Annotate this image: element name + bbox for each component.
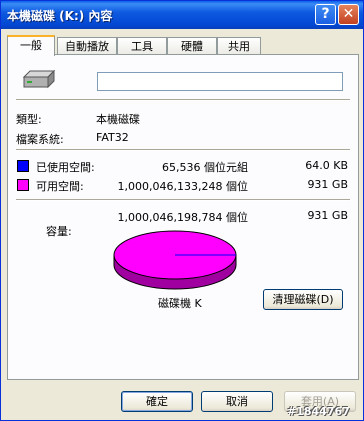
title-bar[interactable]: 本機磁碟 (K:) 內容 ? ✕ [1,1,363,29]
hard-drive-icon [22,69,56,89]
used-space-size: 64.0 KB [305,159,348,172]
separator [16,199,350,201]
file-system-label: 檔案系統: [16,133,64,146]
disk-cleanup-button[interactable]: 清理磁碟(D) [263,289,343,310]
ok-button[interactable]: 確定 [121,391,193,412]
separator [16,99,350,101]
used-space-bytes: 65,536 個位元組 [162,161,248,174]
tab-hardware[interactable]: 硬體 [167,37,217,54]
used-space-swatch [17,160,29,172]
drive-label: 磁碟機 K [158,297,202,310]
capacity-size: 931 GB [307,209,348,222]
close-button[interactable]: ✕ [338,4,359,25]
tab-sharing[interactable]: 共用 [217,37,261,54]
free-space-bytes: 1,000,046,133,248 個位 [117,180,248,193]
disk-usage-pie-chart [113,230,237,290]
free-space-size: 931 GB [307,178,348,191]
used-space-label: 已使用空間: [36,161,95,174]
tab-strip: 一般 自動播放 工具 硬體 共用 [7,35,359,56]
capacity-label: 容量: [46,225,72,238]
free-space-swatch [17,179,29,191]
type-value: 本機磁碟 [96,113,140,126]
watermark: #1844767 [287,405,350,418]
general-panel: 類型: 本機磁碟 檔案系統: FAT32 已使用空間: 65,536 個位元組 … [7,54,359,380]
window-title: 本機磁碟 (K:) 內容 [7,9,113,23]
tab-tools[interactable]: 工具 [117,37,167,54]
type-label: 類型: [16,113,42,126]
tab-autoplay[interactable]: 自動播放 [57,37,117,54]
file-system-value: FAT32 [96,131,129,144]
drive-name-input[interactable] [97,72,343,91]
separator [16,149,350,151]
properties-window: 本機磁碟 (K:) 內容 ? ✕ 一般 自動播放 工具 硬體 共用 類型: 本機… [0,0,364,421]
cancel-button[interactable]: 取消 [201,391,273,412]
free-space-label: 可用空間: [36,180,84,193]
capacity-bytes: 1,000,046,198,784 個位 [117,211,248,224]
help-button[interactable]: ? [315,4,336,25]
tab-general[interactable]: 一般 [7,35,55,56]
